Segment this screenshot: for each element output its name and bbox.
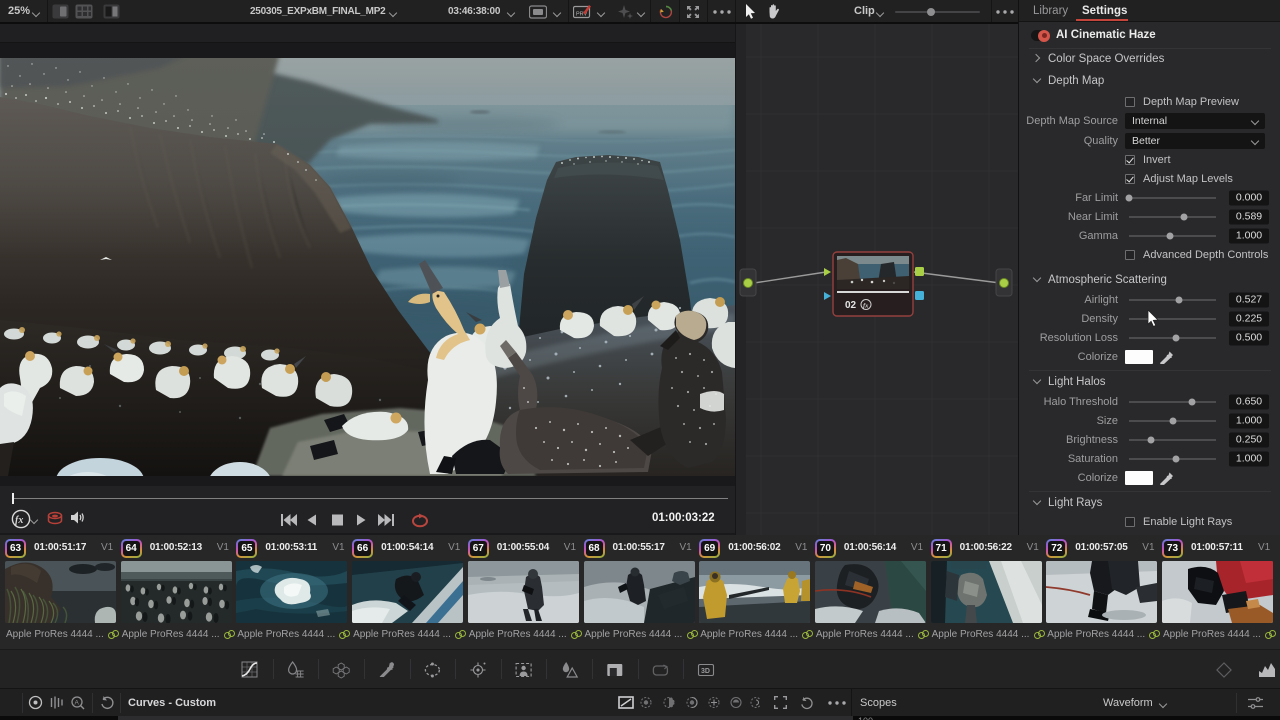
svg-text:3D: 3D: [701, 668, 710, 675]
svg-text:02: 02: [845, 300, 857, 311]
svg-text:A: A: [75, 700, 80, 707]
svg-text:fx: fx: [15, 515, 23, 526]
svg-text:fx: fx: [863, 303, 869, 310]
